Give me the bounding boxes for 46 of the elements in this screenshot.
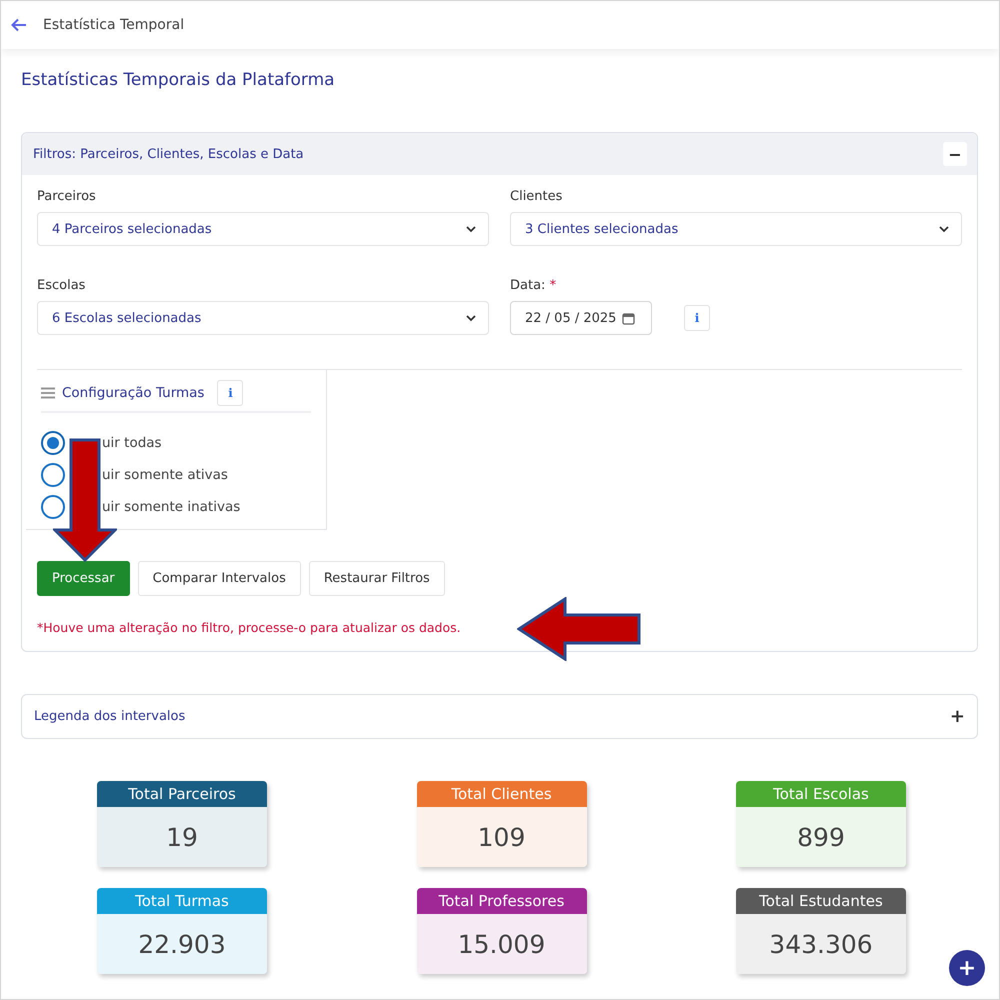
- field-label: Clientes: [510, 189, 564, 204]
- page-header-title: Estatística Temporal: [43, 17, 184, 33]
- panel-title: Legenda dos intervalos: [34, 709, 186, 724]
- stat-value: 19: [97, 807, 267, 867]
- process-button[interactable]: Processar: [37, 561, 130, 596]
- radio-label: uir somente ativas: [102, 466, 228, 482]
- action-button[interactable]: Comparar Intervalos: [138, 561, 301, 596]
- chevron-down-icon: [939, 226, 949, 232]
- radio-label: uir todas: [102, 434, 162, 450]
- stat-label: Total Turmas: [97, 888, 267, 914]
- radio-button[interactable]: [41, 430, 65, 454]
- action-button[interactable]: Restaurar Filtros: [308, 561, 445, 596]
- radio-label: uir somente inativas: [102, 498, 240, 514]
- expand-button[interactable]: +: [950, 706, 965, 727]
- warning-message: *Houve uma alteração no filtro, processe-o para atualizar os dados.: [37, 620, 462, 635]
- config-title: Configuração Turmas: [62, 385, 204, 401]
- select-field[interactable]: 6 Escolas selecionadas: [37, 301, 489, 335]
- chevron-down-icon: [466, 226, 476, 232]
- stat-value: 343.306: [736, 914, 906, 974]
- collapse-button[interactable]: −: [943, 142, 967, 166]
- field-label: Escolas: [37, 278, 86, 293]
- info-button[interactable]: i: [217, 380, 244, 406]
- stat-value: 15.009: [416, 914, 586, 974]
- info-button[interactable]: i: [684, 305, 710, 331]
- add-button[interactable]: +: [949, 950, 985, 986]
- field-label: Data: *: [510, 278, 558, 293]
- radio-button[interactable]: [41, 494, 65, 518]
- back-icon[interactable]: [11, 18, 27, 32]
- radio-button[interactable]: [41, 462, 65, 486]
- select-field[interactable]: 4 Parceiros selecionadas: [37, 212, 489, 246]
- page-title: Estatísticas Temporais da Plataforma: [21, 70, 336, 90]
- date-field[interactable]: 22 / 05 / 2025: [510, 301, 652, 335]
- stat-label: Total Parceiros: [97, 781, 267, 807]
- stat-value: 109: [416, 807, 586, 867]
- panel-title: Filtros: Parceiros, Clientes, Escolas e Data: [33, 146, 304, 162]
- stat-label: Total Professores: [416, 888, 586, 914]
- stat-label: Total Estudantes: [736, 888, 906, 914]
- stat-label: Total Clientes: [416, 781, 586, 807]
- calendar-icon[interactable]: [622, 312, 636, 324]
- chevron-down-icon: [466, 314, 476, 322]
- menu-icon: [41, 387, 55, 399]
- stat-value: 899: [736, 807, 906, 867]
- select-field[interactable]: 3 Clientes selecionadas: [510, 212, 962, 246]
- field-label: Parceiros: [37, 189, 97, 204]
- stat-label: Total Escolas: [736, 781, 906, 807]
- stat-value: 22.903: [97, 914, 267, 974]
